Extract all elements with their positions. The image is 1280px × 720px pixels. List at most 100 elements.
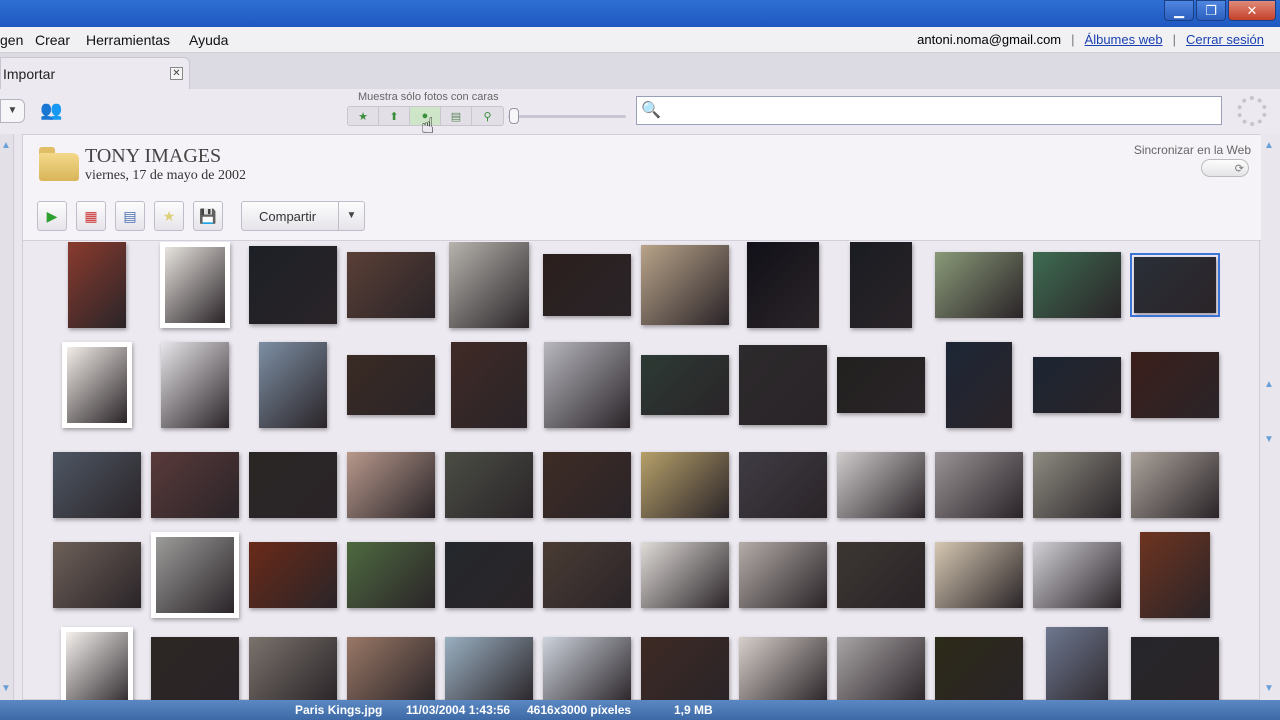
photo-thumbnail[interactable]: [68, 242, 126, 328]
photo-thumbnail[interactable]: [347, 252, 435, 318]
filter-slider[interactable]: [508, 115, 626, 118]
photo-thumbnail[interactable]: [445, 542, 533, 608]
photo-thumbnail[interactable]: [935, 452, 1023, 518]
photo-thumbnail[interactable]: [1131, 352, 1219, 418]
minimize-button[interactable]: ▁: [1164, 0, 1194, 21]
photo-thumbnail[interactable]: [935, 542, 1023, 608]
left-scrollbar[interactable]: ▲ ▼: [0, 134, 14, 700]
search-box[interactable]: 🔍: [636, 96, 1222, 125]
status-size: 1,9 MB: [674, 703, 713, 717]
album-title[interactable]: TONY IMAGES: [85, 145, 221, 168]
photo-thumbnail[interactable]: [249, 246, 337, 324]
photo-thumbnail[interactable]: [1140, 532, 1210, 618]
tab-importar[interactable]: Importar ✕: [0, 57, 190, 89]
upload-filter-icon[interactable]: ⬆: [379, 107, 410, 125]
photo-thumbnail[interactable]: [641, 637, 729, 700]
photo-thumbnail[interactable]: [1033, 542, 1121, 608]
slider-thumb[interactable]: [509, 108, 519, 124]
search-input[interactable]: [663, 101, 1213, 121]
photo-thumbnail[interactable]: [1033, 357, 1121, 413]
photo-thumbnail[interactable]: [1033, 452, 1121, 518]
photo-thumbnail[interactable]: [935, 637, 1023, 700]
scroll-up-icon[interactable]: ▲: [1264, 379, 1274, 390]
photo-thumbnail[interactable]: [837, 357, 925, 413]
photo-thumbnail[interactable]: [837, 542, 925, 608]
scroll-down-icon[interactable]: ▼: [1, 683, 11, 694]
photo-thumbnail[interactable]: [53, 452, 141, 518]
menu-item-herramientas[interactable]: Herramientas: [86, 32, 170, 48]
photo-thumbnail[interactable]: [1131, 452, 1219, 518]
close-tab-icon[interactable]: ✕: [170, 67, 183, 80]
photo-thumbnail[interactable]: [449, 242, 529, 328]
photo-thumbnail[interactable]: [739, 542, 827, 608]
photo-thumbnail[interactable]: [160, 242, 230, 328]
web-albums-link[interactable]: Álbumes web: [1085, 32, 1163, 47]
photo-thumbnail[interactable]: [451, 342, 527, 428]
close-button[interactable]: ✕: [1228, 0, 1276, 21]
photo-thumbnail[interactable]: [249, 637, 337, 700]
photo-thumbnail[interactable]: [249, 452, 337, 518]
movie-button[interactable]: ▤: [115, 201, 145, 231]
photo-thumbnail[interactable]: [544, 342, 630, 428]
scroll-up-icon[interactable]: ▲: [1, 140, 11, 151]
photo-thumbnail[interactable]: [445, 637, 533, 700]
star-button[interactable]: ★: [154, 201, 184, 231]
photo-thumbnail[interactable]: [641, 245, 729, 325]
share-button[interactable]: Compartir ▼: [241, 201, 365, 231]
photo-thumbnail[interactable]: [161, 342, 229, 428]
scroll-down-icon[interactable]: ▼: [1264, 683, 1274, 694]
photo-thumbnail[interactable]: [259, 342, 327, 428]
photo-thumbnail[interactable]: [151, 452, 239, 518]
maximize-button[interactable]: ❐: [1196, 0, 1226, 21]
photo-thumbnail[interactable]: [151, 637, 239, 700]
collage-button[interactable]: ▦: [76, 201, 106, 231]
film-filter-icon[interactable]: ▤: [441, 107, 472, 125]
scroll-up-icon[interactable]: ▲: [1264, 140, 1274, 151]
photo-thumbnail[interactable]: [543, 452, 631, 518]
logout-link[interactable]: Cerrar sesión: [1186, 32, 1264, 47]
chevron-down-icon[interactable]: ▼: [0, 99, 25, 123]
menu-item-crear[interactable]: Crear: [35, 32, 70, 48]
photo-thumbnail[interactable]: [837, 637, 925, 700]
photo-thumbnail[interactable]: [347, 542, 435, 608]
photo-thumbnail[interactable]: [151, 532, 239, 618]
photo-thumbnail[interactable]: [1046, 627, 1108, 700]
photo-thumbnail[interactable]: [1130, 253, 1220, 317]
photo-thumbnail[interactable]: [543, 637, 631, 700]
right-scrollbar[interactable]: ▲ ▲ ▼ ▼: [1260, 134, 1280, 700]
save-button[interactable]: 💾: [193, 201, 223, 231]
photo-thumbnail[interactable]: [1131, 637, 1219, 700]
chevron-down-icon[interactable]: ▼: [338, 202, 364, 230]
photo-thumbnail[interactable]: [850, 242, 912, 328]
photo-thumbnail[interactable]: [837, 452, 925, 518]
star-filter-icon[interactable]: ★: [348, 107, 379, 125]
photo-thumbnail[interactable]: [61, 627, 133, 700]
photo-thumbnail[interactable]: [62, 342, 132, 428]
pin-filter-icon[interactable]: ⚲: [472, 107, 503, 125]
photo-thumbnail[interactable]: [347, 452, 435, 518]
photo-thumbnail[interactable]: [739, 637, 827, 700]
photo-thumbnail[interactable]: [445, 452, 533, 518]
photo-thumbnail[interactable]: [946, 342, 1012, 428]
photo-thumbnail[interactable]: [641, 452, 729, 518]
photo-thumbnail[interactable]: [543, 542, 631, 608]
scroll-down-icon[interactable]: ▼: [1264, 434, 1274, 445]
photo-thumbnail[interactable]: [935, 252, 1023, 318]
people-icon[interactable]: 👥: [40, 100, 76, 122]
sync-toggle[interactable]: ⟳: [1201, 159, 1249, 177]
photo-thumbnail[interactable]: [739, 452, 827, 518]
photo-thumbnail[interactable]: [1033, 252, 1121, 318]
photo-thumbnail[interactable]: [347, 637, 435, 700]
photo-thumbnail[interactable]: [249, 542, 337, 608]
photo-thumbnail[interactable]: [53, 542, 141, 608]
menu-item-imagen[interactable]: gen: [0, 32, 23, 48]
menu-item-ayuda[interactable]: Ayuda: [189, 32, 228, 48]
photo-thumbnail[interactable]: [543, 254, 631, 316]
photo-thumbnail[interactable]: [347, 355, 435, 415]
photo-thumbnail[interactable]: [641, 542, 729, 608]
separator: |: [1071, 32, 1075, 47]
photo-thumbnail[interactable]: [739, 345, 827, 425]
photo-thumbnail[interactable]: [747, 242, 819, 328]
photo-thumbnail[interactable]: [641, 355, 729, 415]
play-slideshow-button[interactable]: ▶: [37, 201, 67, 231]
